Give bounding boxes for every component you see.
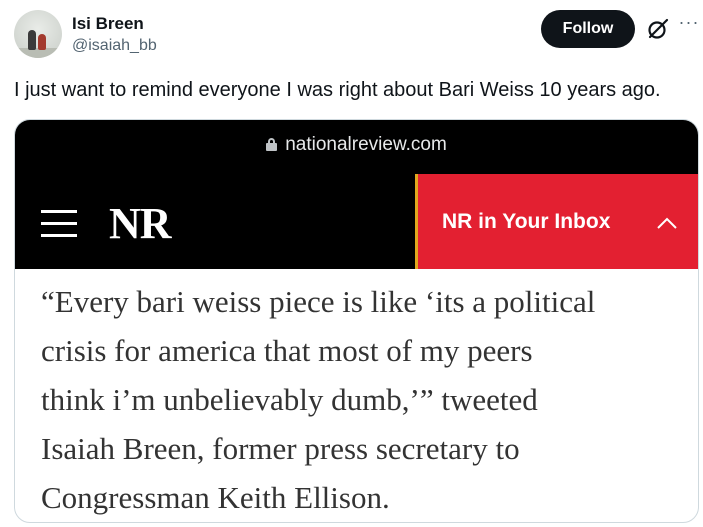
menu-icon <box>41 210 77 238</box>
browser-url-bar: nationalreview.com <box>15 120 698 174</box>
tweet-text: I just want to remind everyone I was rig… <box>14 79 661 101</box>
newsletter-button: NR in Your Inbox <box>415 174 698 269</box>
url-text: nationalreview.com <box>285 134 447 155</box>
tweet-header: Isi Breen @isaiah_bb Follow ··· <box>14 10 698 62</box>
author-handle[interactable]: @isaiah_bb <box>72 37 157 55</box>
grok-icon[interactable] <box>646 17 670 41</box>
article-line: Isaiah Breen, former press secretary to <box>41 431 520 466</box>
tweet-media-image[interactable]: nationalreview.com NR NR in Your Inbox “… <box>14 119 699 523</box>
article-line: Congressman Keith Ellison. <box>41 480 390 515</box>
article-excerpt: “Every bari weiss piece is like ‘its a p… <box>41 277 691 522</box>
site-nav-bar: NR NR in Your Inbox <box>15 174 698 269</box>
site-logo: NR <box>109 199 172 248</box>
author-name[interactable]: Isi Breen <box>72 14 144 34</box>
follow-button[interactable]: Follow <box>541 10 635 48</box>
article-line: crisis for america that most of my peers <box>41 333 533 368</box>
article-line: “Every bari weiss piece is like ‘its a p… <box>41 284 596 319</box>
chevron-up-icon <box>657 217 677 229</box>
more-icon[interactable]: ··· <box>678 13 700 38</box>
newsletter-label: NR in Your Inbox <box>442 209 611 233</box>
article-line: think i’m unbelievably dumb,’” tweeted <box>41 382 538 417</box>
lock-icon <box>266 138 278 151</box>
avatar[interactable] <box>14 10 62 58</box>
